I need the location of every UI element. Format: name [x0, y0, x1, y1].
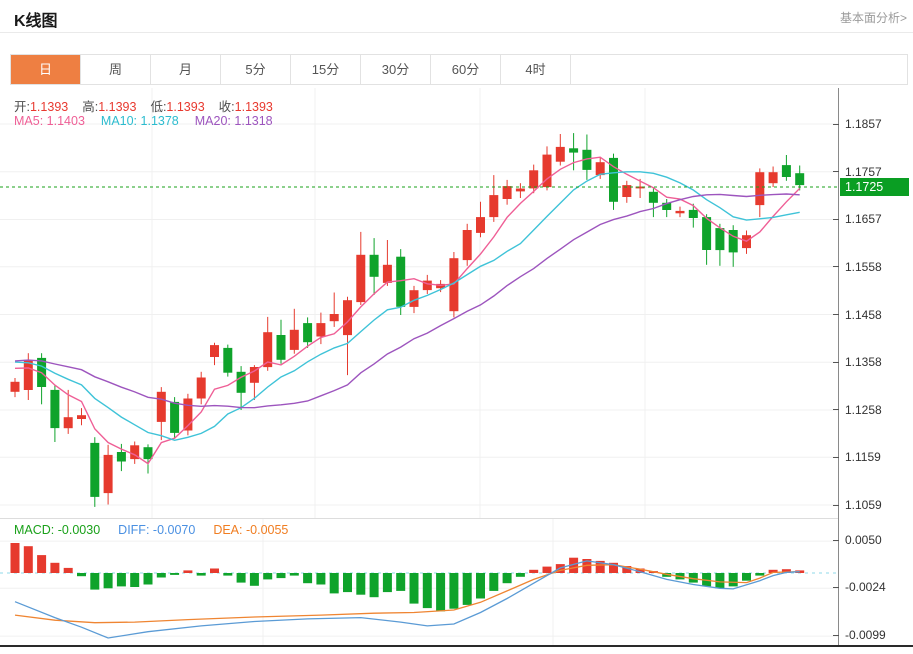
macd-axis-label-tick — [833, 635, 839, 636]
dea-legend: DEA: -0.0055 — [213, 523, 288, 537]
price-axis-label: 1.1458 — [845, 307, 882, 323]
tab-周[interactable]: 周 — [81, 55, 151, 84]
fundamental-analysis-link[interactable]: 基本面分析> — [840, 9, 907, 26]
price-axis-label-tick — [833, 505, 839, 506]
price-axis-label: 1.1657 — [845, 211, 882, 227]
macd-axis-label: 0.0050 — [845, 532, 882, 548]
macd-axis-label: -0.0024 — [845, 579, 886, 595]
price-axis-label: 1.1857 — [845, 116, 882, 132]
candlestick-plot[interactable] — [0, 88, 838, 518]
candlestick-chart[interactable] — [0, 88, 838, 518]
price-axis-label: 1.1558 — [845, 259, 882, 275]
last-price-badge: 1.1725 — [840, 178, 909, 196]
period-tabbar: 日周月5分15分30分60分4时 — [10, 54, 908, 85]
price-axis-label-tick — [833, 362, 839, 363]
price-axis-label-tick — [833, 171, 839, 172]
tab-15分[interactable]: 15分 — [291, 55, 361, 84]
macd-legend-row: MACD: -0.0030 DIFF: -0.0070 DEA: -0.0055 — [14, 523, 306, 537]
price-axis-label-tick — [833, 457, 839, 458]
price-axis-label-tick — [833, 124, 839, 125]
open-label: 开: — [14, 100, 30, 114]
high-value: 1.1393 — [98, 100, 136, 114]
close-value: 1.1393 — [235, 100, 273, 114]
tab-4时[interactable]: 4时 — [501, 55, 571, 84]
macd-axis-label-tick — [833, 540, 839, 541]
macd-legend: MACD: -0.0030 — [14, 523, 100, 537]
price-axis-label-tick — [833, 219, 839, 220]
price-axis-label: 1.1258 — [845, 402, 882, 418]
price-axis-label: 1.1358 — [845, 354, 882, 370]
chart-bottom-border — [0, 645, 913, 647]
high-label: 高: — [82, 100, 98, 114]
open-value: 1.1393 — [30, 100, 68, 114]
close-label: 收: — [219, 100, 235, 114]
low-label: 低: — [150, 100, 166, 114]
price-axis-label-tick — [833, 314, 839, 315]
price-axis-label: 1.1059 — [845, 497, 882, 513]
tabbar-filler — [571, 55, 907, 84]
low-value: 1.1393 — [166, 100, 204, 114]
tab-30分[interactable]: 30分 — [361, 55, 431, 84]
macd-plot[interactable] — [0, 519, 838, 647]
ohlc-row: 开:1.1393高:1.1393低:1.1393收:1.1393 — [14, 96, 287, 115]
page-title: K线图 — [14, 7, 58, 31]
tab-日[interactable]: 日 — [11, 55, 81, 84]
tab-60分[interactable]: 60分 — [431, 55, 501, 84]
header-divider — [0, 32, 913, 33]
ma10-legend: MA10: 1.1378 — [101, 114, 179, 128]
macd-axis-label-tick — [833, 587, 839, 588]
macd-axis-label: -0.0099 — [845, 627, 886, 643]
price-axis-label-tick — [833, 409, 839, 410]
kline-app: K线图 基本面分析> 日周月5分15分30分60分4时 开:1.1393高:1.… — [0, 0, 913, 654]
price-axis-label-tick — [833, 266, 839, 267]
diff-legend: DIFF: -0.0070 — [118, 523, 195, 537]
price-axis-label: 1.1159 — [845, 449, 881, 465]
ma20-legend: MA20: 1.1318 — [195, 114, 273, 128]
macd-panel[interactable] — [0, 518, 838, 648]
tab-月[interactable]: 月 — [151, 55, 221, 84]
ma-legend-row: MA5: 1.1403 MA10: 1.1378 MA20: 1.1318 — [14, 114, 273, 128]
ma5-legend: MA5: 1.1403 — [14, 114, 85, 128]
tab-5分[interactable]: 5分 — [221, 55, 291, 84]
